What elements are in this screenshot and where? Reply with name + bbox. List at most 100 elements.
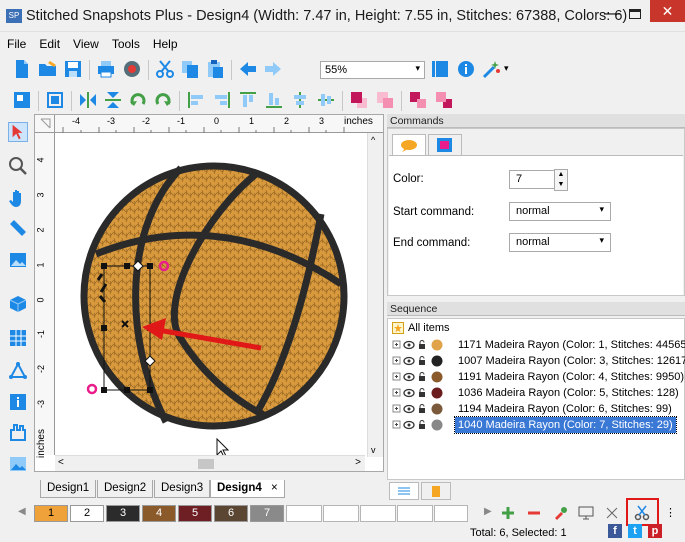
close-button[interactable]: ✕ (650, 0, 685, 22)
tree-root[interactable]: All items (388, 320, 678, 336)
palette-swatch-2[interactable]: 2 (70, 505, 104, 522)
pan-hand-icon[interactable] (8, 188, 28, 208)
facebook-icon[interactable]: f (608, 524, 622, 538)
row-controls[interactable] (392, 419, 448, 431)
scroll-down-icon[interactable]: v (371, 445, 376, 455)
empty-swatch[interactable] (323, 505, 359, 522)
chevron-down-icon[interactable]: ▾ (504, 63, 509, 74)
palette-swatch-4[interactable]: 4 (142, 505, 176, 522)
design-view-icon[interactable] (12, 90, 32, 110)
sequence-item[interactable]: 1007 Madeira Rayon (Color: 3, Stitches: … (388, 353, 685, 369)
menu-tools[interactable]: Tools (105, 35, 146, 53)
magic-wand-icon[interactable] (482, 59, 502, 79)
tab-design1[interactable]: Design1 (40, 480, 97, 498)
mirror-horizontal-icon[interactable] (78, 90, 98, 110)
tab-design2[interactable]: Design2 (97, 480, 154, 498)
remove-color-icon[interactable] (526, 505, 542, 521)
color-input[interactable]: 7 (509, 170, 555, 189)
minimize-button[interactable]: — (600, 4, 624, 28)
save-icon[interactable] (63, 59, 83, 79)
group-icon[interactable] (45, 90, 65, 110)
scroll-up-icon[interactable]: ^ (371, 135, 375, 145)
forward-arrow-icon[interactable] (263, 59, 283, 79)
color-picker-icon[interactable] (552, 505, 568, 521)
align-right-icon[interactable] (212, 90, 232, 110)
sequence-item[interactable]: 1036 Madeira Rayon (Color: 5, Stitches: … (388, 385, 682, 401)
vertical-scrollbar[interactable]: ^ v (367, 133, 383, 457)
empty-swatch[interactable] (360, 505, 396, 522)
row-controls[interactable] (392, 387, 448, 399)
send-back-icon[interactable] (375, 90, 395, 110)
sequence-item[interactable]: 1171 Madeira Rayon (Color: 1, Stitches: … (388, 337, 685, 353)
forward-one-icon[interactable] (408, 90, 428, 110)
maximize-button[interactable] (626, 6, 644, 24)
empty-swatch[interactable] (286, 505, 322, 522)
palette-swatch-6[interactable]: 6 (214, 505, 248, 522)
backward-one-icon[interactable] (434, 90, 454, 110)
tab-design3[interactable]: Design3 (154, 480, 211, 498)
tab-close-icon[interactable]: × (271, 482, 278, 494)
rotate-right-icon[interactable] (153, 90, 173, 110)
palette-swatch-3[interactable]: 3 (106, 505, 140, 522)
row-controls[interactable] (392, 339, 448, 351)
empty-swatch[interactable] (397, 505, 433, 522)
stitch-icon[interactable] (8, 422, 28, 442)
basketball-design[interactable] (56, 134, 366, 456)
background-image-icon[interactable] (8, 454, 28, 474)
bring-front-icon[interactable] (349, 90, 369, 110)
fit-page-icon[interactable] (430, 59, 450, 79)
palette-swatch-1[interactable]: 1 (34, 505, 68, 522)
rotate-left-icon[interactable] (128, 90, 148, 110)
no-trim-icon[interactable] (604, 505, 620, 521)
start-command-select[interactable]: normal ▾ (509, 202, 611, 221)
scroll-left-icon[interactable]: < (58, 457, 64, 468)
grid-icon[interactable] (8, 328, 28, 348)
picture-icon[interactable] (8, 250, 28, 270)
pinterest-icon[interactable]: p (648, 524, 662, 538)
row-controls[interactable] (392, 371, 448, 383)
tab-color-chart[interactable] (421, 482, 451, 500)
align-center-icon[interactable] (290, 90, 310, 110)
align-bottom-icon[interactable] (264, 90, 284, 110)
palette-swatch-7[interactable]: 7 (250, 505, 284, 522)
info-icon[interactable] (456, 59, 476, 79)
zoom-select[interactable]: 55% ▾ (320, 61, 425, 79)
end-point-icon[interactable] (86, 383, 98, 395)
menu-view[interactable]: View (66, 35, 105, 53)
measure-ruler-icon[interactable] (8, 218, 28, 238)
monitor-icon[interactable] (578, 505, 594, 521)
drawing-area[interactable] (56, 134, 366, 456)
empty-swatch[interactable] (434, 505, 468, 522)
row-controls[interactable] (392, 403, 448, 415)
mirror-vertical-icon[interactable] (103, 90, 123, 110)
copy-icon[interactable] (180, 59, 200, 79)
palette-prev-icon[interactable]: ◀ (18, 506, 26, 517)
node-edit-icon[interactable] (8, 360, 28, 380)
embroidery-icon[interactable] (122, 59, 142, 79)
end-command-select[interactable]: normal ▾ (509, 233, 611, 252)
menu-file[interactable]: File (0, 35, 32, 53)
open-folder-icon[interactable] (38, 59, 58, 79)
tab-sequence-list[interactable] (389, 482, 419, 500)
cut-icon[interactable] (155, 59, 175, 79)
scroll-right-icon[interactable]: > (355, 457, 361, 468)
sequence-item[interactable]: 1194 Madeira Rayon (Color: 6, Stitches: … (388, 401, 682, 417)
menu-edit[interactable]: Edit (32, 35, 66, 53)
zoom-magnifier-icon[interactable] (8, 156, 28, 176)
horizontal-scrollbar[interactable]: < > (55, 455, 365, 471)
menu-help[interactable]: Help (146, 35, 184, 53)
palette-next-icon[interactable]: ▶ (484, 506, 492, 517)
paste-icon[interactable] (205, 59, 225, 79)
tab-design4[interactable]: Design4 × (210, 480, 285, 498)
select-arrow-icon[interactable] (8, 122, 28, 142)
properties-info-icon[interactable] (8, 392, 28, 412)
palette-swatch-5[interactable]: 5 (178, 505, 212, 522)
tab-color-commands[interactable] (392, 134, 426, 156)
twitter-icon[interactable]: t (628, 524, 642, 538)
new-file-icon[interactable] (12, 59, 32, 79)
align-left-icon[interactable] (186, 90, 206, 110)
cube-icon[interactable] (8, 294, 28, 314)
sequence-item[interactable]: 1040 Madeira Rayon (Color: 7, Stitches: … (388, 416, 682, 434)
align-top-icon[interactable] (238, 90, 258, 110)
row-controls[interactable] (392, 355, 448, 367)
